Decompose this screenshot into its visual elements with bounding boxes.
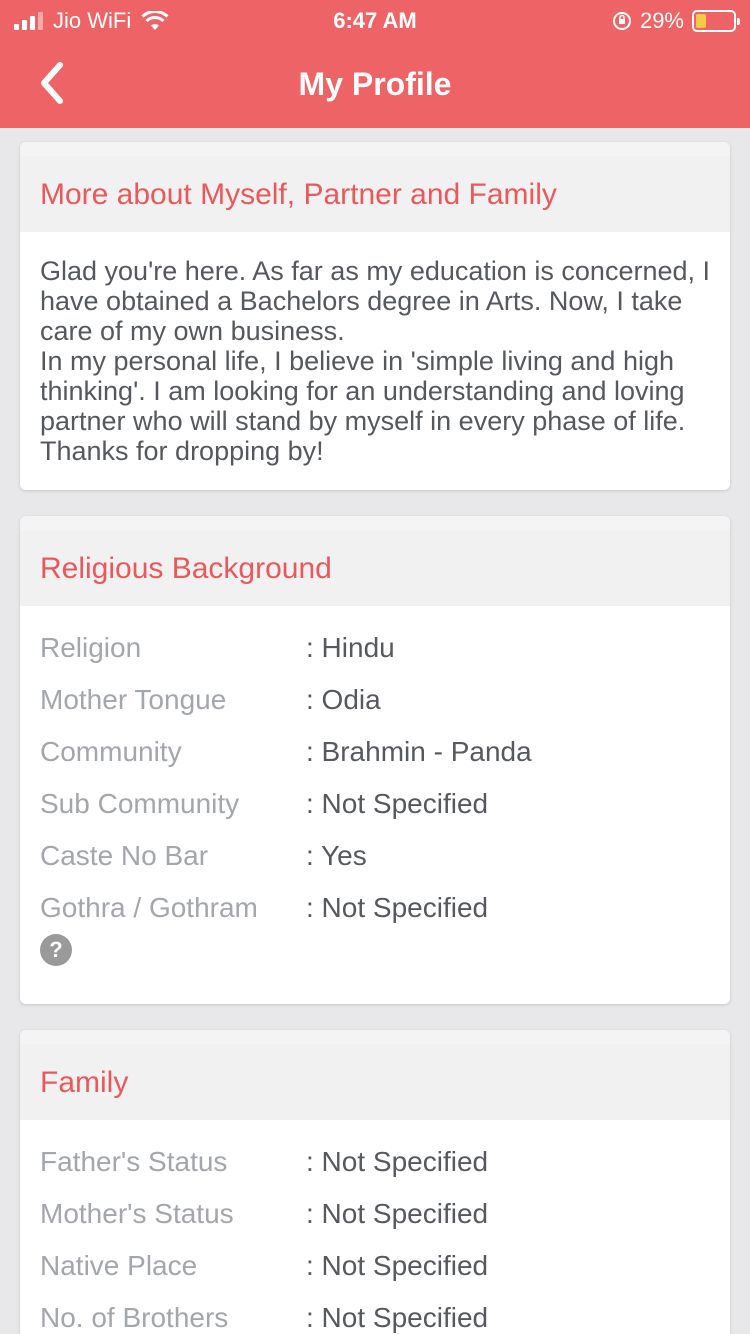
orientation-lock-icon [612,12,631,30]
detail-label: Religion [40,632,142,663]
detail-row-father-status: Father's Status : Not Specified [40,1132,710,1184]
about-heading: More about Myself, Partner and Family [20,156,730,232]
detail-value: : Not Specified [306,1250,489,1281]
detail-value: : Not Specified [306,1146,489,1177]
detail-row-gothra: Gothra / Gothram : Not Specified [40,878,710,930]
family-heading: Family [20,1044,730,1120]
detail-row-mother-status: Mother's Status : Not Specified [40,1184,710,1236]
detail-label: Community [40,736,182,767]
detail-label: Mother Tongue [40,684,227,715]
card-top-strip [20,142,730,156]
battery-icon [692,10,740,32]
battery-level [696,14,707,28]
detail-value: : Not Specified [306,1302,489,1333]
detail-label: Native Place [40,1250,198,1281]
page-title: My Profile [298,66,452,102]
detail-value: : Not Specified [306,892,489,923]
religious-details: Religion : Hindu Mother Tongue : Odia Co… [20,606,730,966]
detail-row-native-place: Native Place : Not Specified [40,1236,710,1288]
app-header: Jio WiFi 6:47 AM 29% My Profile [0,0,750,128]
detail-row-brothers: No. of Brothers : Not Specified [40,1288,710,1334]
detail-value: : Brahmin - Panda [306,736,532,767]
detail-value: : Not Specified [306,788,489,819]
religious-heading: Religious Background [20,530,730,606]
detail-label: Father's Status [40,1146,228,1177]
detail-row-community: Community : Brahmin - Panda [40,722,710,774]
card-top-strip [20,1030,730,1044]
detail-value: : Odia [306,684,381,715]
detail-value: : Not Specified [306,1198,489,1229]
detail-row-mother-tongue: Mother Tongue : Odia [40,670,710,722]
nav-bar: My Profile [0,40,750,128]
detail-label: No. of Brothers [40,1302,229,1333]
help-icon[interactable]: ? [40,934,72,966]
status-bar: Jio WiFi 6:47 AM 29% [0,0,750,40]
detail-label: Sub Community [40,788,240,819]
detail-row-religion: Religion : Hindu [40,618,710,670]
detail-label: Caste No Bar [40,840,209,871]
family-details: Father's Status : Not Specified Mother's… [20,1120,730,1334]
detail-row-sub-community: Sub Community : Not Specified [40,774,710,826]
about-card: More about Myself, Partner and Family Gl… [20,142,730,490]
detail-value: : Hindu [306,632,395,663]
profile-content[interactable]: More about Myself, Partner and Family Gl… [0,128,750,1334]
detail-label: Gothra / Gothram [40,892,258,923]
detail-row-caste-no-bar: Caste No Bar : Yes [40,826,710,878]
about-text: Glad you're here. As far as my education… [40,256,711,466]
detail-value: : Yes [306,840,367,871]
card-top-strip [20,516,730,530]
detail-label: Mother's Status [40,1198,234,1229]
family-card: Family Father's Status : Not Specified M… [20,1030,730,1334]
battery-percent: 29% [639,8,684,33]
religious-card: Religious Background Religion : Hindu Mo… [20,516,730,1004]
